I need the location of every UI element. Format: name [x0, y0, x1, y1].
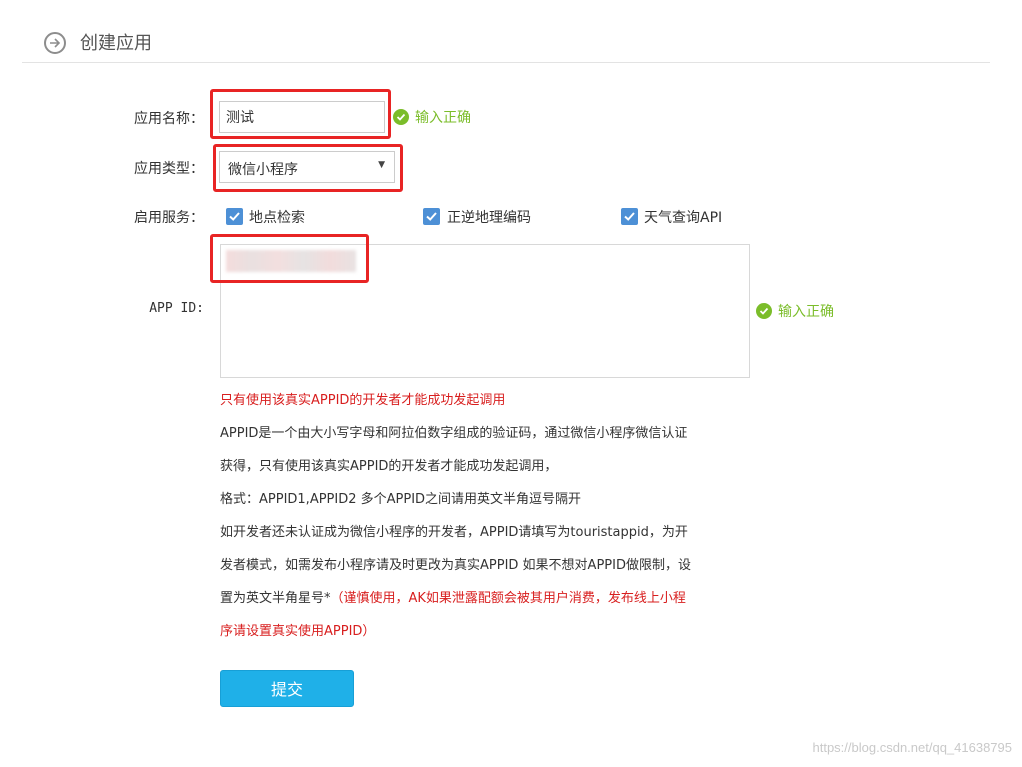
help-line: 发者模式，如需发布小程序请及时更改为真实APPID 如果不想对APPID做限制，… — [220, 558, 691, 573]
app-id-status: 输入正确 — [778, 304, 834, 320]
annotation-box-app-type — [213, 144, 403, 192]
app-id-warning: 只有使用该真实APPID的开发者才能成功发起调用 — [220, 393, 506, 408]
submit-button[interactable]: 提交 — [220, 670, 354, 707]
help-line-6: 置为英文半角星号*（谨慎使用，AK如果泄露配额会被其用户消费，发布线上小程 — [220, 582, 686, 615]
app-type-label: 应用类型： — [134, 161, 204, 177]
page-title: 创建应用 — [80, 33, 152, 54]
help-line: 如开发者还未认证成为微信小程序的开发者，APPID请填写为touristappi… — [220, 525, 688, 540]
services-label: 启用服务： — [134, 210, 204, 226]
help-line: 格式：APPID1,APPID2 多个APPID之间请用英文半角逗号隔开 — [220, 492, 582, 507]
help-line: APPID是一个由大小写字母和阿拉伯数字组成的验证码，通过微信小程序微信认证 — [220, 426, 688, 441]
annotation-box-app-id — [210, 234, 369, 283]
help-line-6-warning: （谨慎使用，AK如果泄露配额会被其用户消费，发布线上小程 — [330, 591, 686, 606]
annotation-box-app-name — [210, 89, 391, 139]
arrow-right-circle-icon — [44, 32, 66, 54]
service-label-place-search: 地点检索 — [249, 210, 305, 226]
service-checkbox-geocoding[interactable] — [423, 208, 440, 225]
watermark: https://blog.csdn.net/qq_41638795 — [812, 740, 1013, 755]
help-line-6-text: 置为英文半角星号* — [220, 591, 331, 606]
check-circle-icon — [756, 303, 772, 319]
app-name-status: 输入正确 — [415, 110, 471, 126]
app-name-label: 应用名称： — [134, 111, 204, 127]
help-line-7-warning: 序请设置真实使用APPID） — [220, 624, 376, 639]
service-label-geocoding: 正逆地理编码 — [447, 210, 531, 226]
service-checkbox-place-search[interactable] — [226, 208, 243, 225]
service-checkbox-weather[interactable] — [621, 208, 638, 225]
check-circle-icon — [393, 109, 409, 125]
header-divider — [22, 62, 990, 63]
help-line: 获得，只有使用该真实APPID的开发者才能成功发起调用， — [220, 459, 558, 474]
app-id-label: APP ID: — [149, 301, 204, 316]
service-label-weather: 天气查询API — [644, 210, 723, 226]
